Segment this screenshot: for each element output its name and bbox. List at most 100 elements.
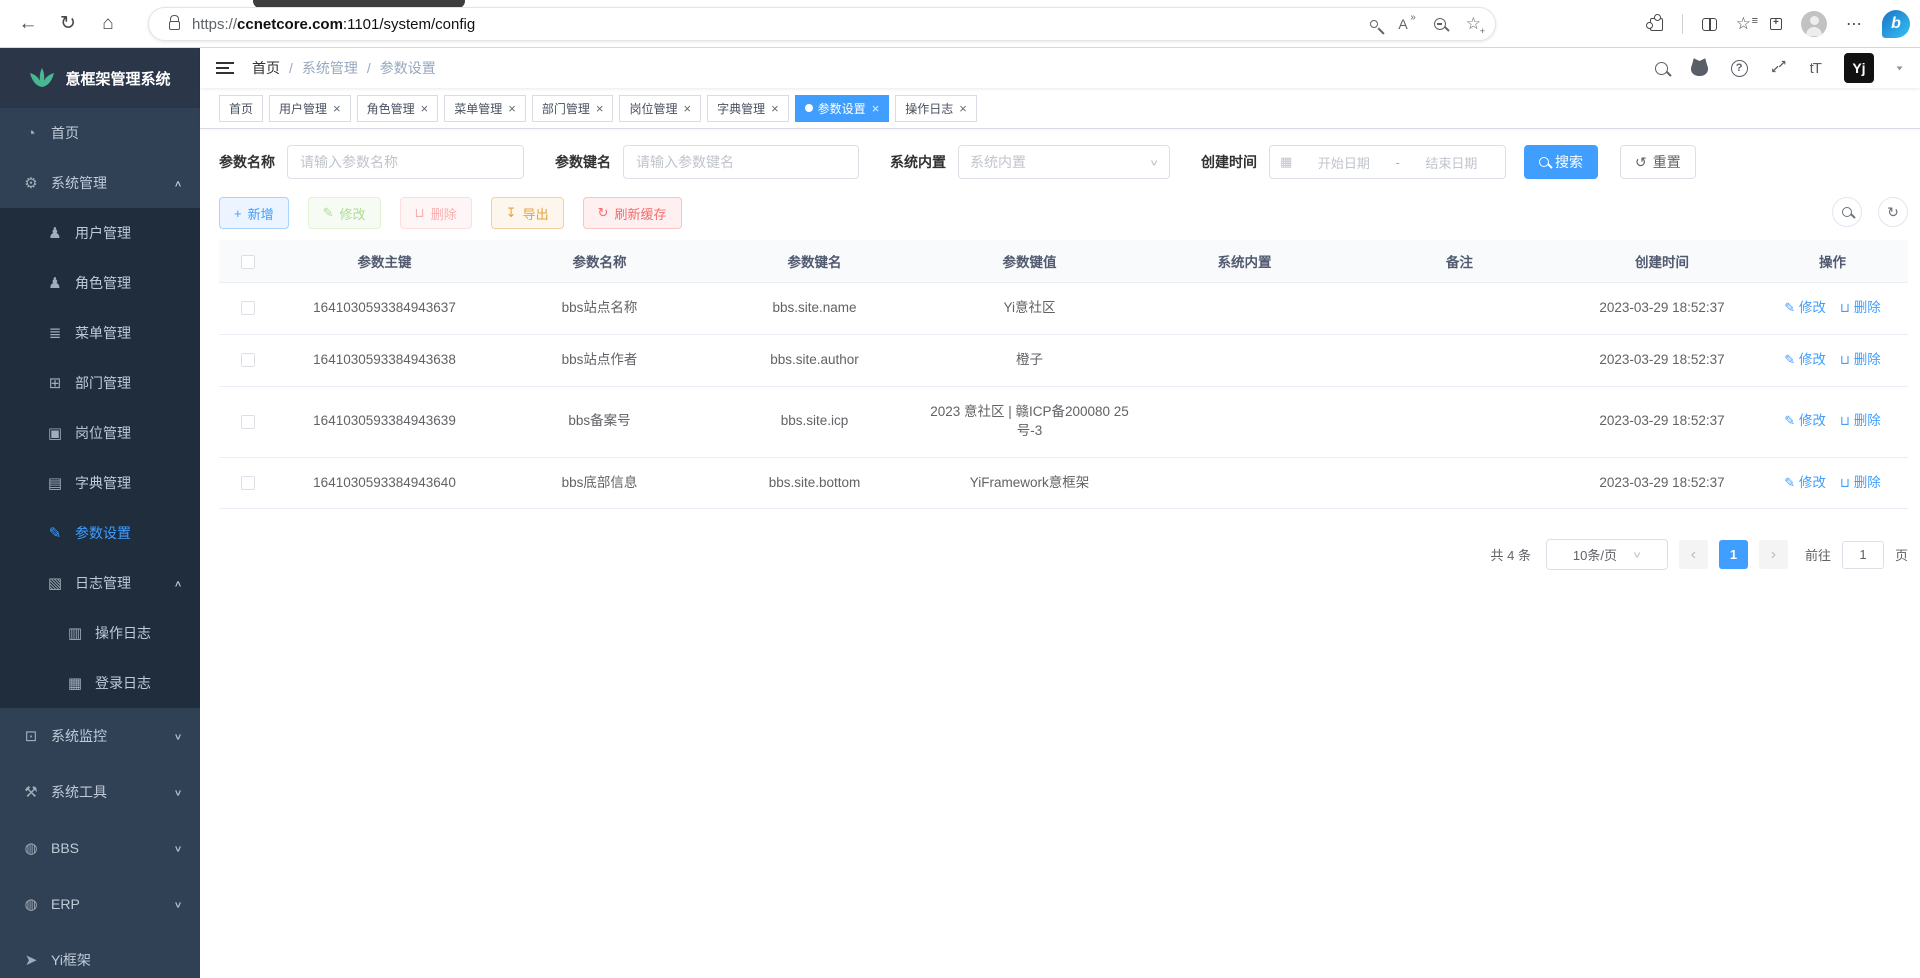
browser-home-button[interactable]: ⌂ [88, 13, 128, 35]
goto-page-input[interactable] [1842, 541, 1884, 569]
export-button[interactable]: ↧ 导出 [491, 197, 564, 229]
row-delete-link[interactable]: ⊔ 删除 [1840, 300, 1881, 315]
sidebar-item-log-management[interactable]: ▧日志管理∧ [0, 558, 200, 608]
font-size-icon[interactable]: tT [1810, 60, 1821, 77]
url-host: ccnetcore.com [237, 16, 343, 33]
password-key-icon[interactable] [1369, 18, 1380, 29]
param-name-input[interactable] [287, 145, 524, 179]
tab-dict-management[interactable]: 字典管理× [707, 95, 789, 122]
end-date-placeholder[interactable]: 结束日期 [1408, 153, 1495, 172]
collections-icon[interactable] [1770, 18, 1782, 30]
sidebar-item-dept-management[interactable]: ⊞部门管理 [0, 358, 200, 408]
refresh-icon: ↻ [1887, 204, 1899, 221]
read-aloud-icon[interactable]: A [1398, 16, 1413, 32]
sidebar-item-yi-framework[interactable]: ➤Yi框架 [0, 932, 200, 978]
fullscreen-icon[interactable]: ↗↙ [1771, 60, 1787, 76]
tab-close-icon[interactable]: × [872, 101, 880, 116]
add-button[interactable]: + 新增 [219, 197, 289, 229]
sidebar-item-param-settings[interactable]: ✎参数设置 [0, 508, 200, 558]
sidebar-item-system-management[interactable]: ⚙系统管理∧ [0, 158, 200, 208]
github-icon[interactable] [1691, 61, 1708, 76]
tab-close-icon[interactable]: × [683, 101, 691, 116]
tab-label: 操作日志 [905, 100, 953, 117]
tab-post-management[interactable]: 岗位管理× [619, 95, 701, 122]
column-header: 参数名称 [492, 240, 707, 283]
favorites-icon[interactable]: ☆ [1736, 14, 1751, 34]
tab-close-icon[interactable]: × [333, 101, 341, 116]
row-delete-link[interactable]: ⊔ 删除 [1840, 475, 1881, 490]
tab-dept-management[interactable]: 部门管理× [532, 95, 614, 122]
select-all-checkbox[interactable] [241, 255, 255, 269]
row-edit-link[interactable]: ✎ 修改 [1784, 352, 1826, 367]
tab-home[interactable]: 首页 [219, 95, 263, 122]
split-screen-icon[interactable] [1702, 18, 1717, 31]
address-bar[interactable]: https:// ccnetcore.com :1101/system/conf… [148, 7, 1496, 41]
prev-page-button[interactable]: ‹ [1679, 540, 1708, 569]
breadcrumb-item[interactable]: 首页 [252, 58, 280, 78]
reset-button[interactable]: ↺ 重置 [1620, 145, 1696, 179]
user-avatar[interactable]: Yj [1844, 53, 1874, 83]
start-date-placeholder[interactable]: 开始日期 [1300, 153, 1387, 172]
table-search-button[interactable] [1832, 197, 1862, 227]
sidebar-item-bbs[interactable]: ◍BBS∨ [0, 820, 200, 876]
row-delete-link[interactable]: ⊔ 删除 [1840, 352, 1881, 367]
row-checkbox[interactable] [241, 415, 255, 429]
sidebar-item-system-tools[interactable]: ⚒系统工具∨ [0, 764, 200, 820]
param-key-input[interactable] [623, 145, 859, 179]
add-favorite-icon[interactable]: ☆ [1466, 14, 1481, 34]
row-edit-link[interactable]: ✎ 修改 [1784, 300, 1826, 315]
edit-button[interactable]: ✎ 修改 [308, 197, 381, 229]
tab-operation-log[interactable]: 操作日志 × [895, 95, 977, 122]
sidebar-item-login-log[interactable]: ▦登录日志 [0, 658, 200, 708]
browser-menu-icon[interactable]: ⋯ [1846, 14, 1863, 34]
tab-param-settings[interactable]: 参数设置× [795, 95, 890, 122]
send-icon: ➤ [20, 951, 42, 969]
sidebar-item-user-management[interactable]: ♟用户管理 [0, 208, 200, 258]
sidebar-item-operation-log[interactable]: ▥操作日志 [0, 608, 200, 658]
sidebar-item-post-management[interactable]: ▣岗位管理 [0, 408, 200, 458]
browser-profile-avatar[interactable] [1801, 11, 1827, 37]
builtin-select[interactable]: 系统内置 ∨ [958, 145, 1170, 179]
row-checkbox[interactable] [241, 353, 255, 367]
tab-close-icon[interactable]: × [508, 101, 516, 116]
next-page-button[interactable]: › [1759, 540, 1788, 569]
collapse-sidebar-icon[interactable] [216, 62, 234, 75]
row-delete-link[interactable]: ⊔ 删除 [1840, 413, 1881, 428]
help-icon[interactable]: ? [1731, 60, 1748, 77]
refresh-cache-button[interactable]: ↻ 刷新缓存 [583, 197, 682, 229]
sidebar-item-home[interactable]: ◔首页 [0, 108, 200, 158]
row-checkbox[interactable] [241, 301, 255, 315]
sidebar-item-role-management[interactable]: ♟角色管理 [0, 258, 200, 308]
extensions-icon[interactable] [1650, 18, 1663, 31]
page-size-select[interactable]: 10条/页 ∨ [1546, 539, 1668, 570]
sidebar-item-erp[interactable]: ◍ERP∨ [0, 876, 200, 932]
search-button[interactable]: 搜索 [1524, 145, 1598, 179]
page-1-button[interactable]: 1 [1719, 540, 1748, 569]
chevron-down-icon[interactable]: ▾ [1896, 64, 1902, 73]
delete-button[interactable]: ⊔ 删除 [400, 197, 472, 229]
search-icon[interactable] [1655, 62, 1668, 75]
tab-close-icon[interactable]: × [959, 101, 967, 116]
app-logo[interactable]: 意框架管理系统 [0, 48, 200, 108]
table-refresh-button[interactable]: ↻ [1878, 197, 1908, 227]
sidebar-item-label: 角色管理 [75, 273, 131, 293]
tab-close-icon[interactable]: × [771, 101, 779, 116]
tab-menu-management[interactable]: 菜单管理× [444, 95, 526, 122]
date-range-picker[interactable]: ▦ 开始日期 - 结束日期 [1269, 145, 1506, 179]
row-edit-link[interactable]: ✎ 修改 [1784, 475, 1826, 490]
tab-role-management[interactable]: 角色管理× [357, 95, 439, 122]
browser-back-button[interactable]: ← [8, 13, 48, 35]
tab-user-management[interactable]: 用户管理× [269, 95, 351, 122]
zoom-out-icon[interactable] [1434, 18, 1446, 30]
tab-close-icon[interactable]: × [421, 101, 429, 116]
browser-reload-button[interactable]: ↻ [48, 12, 88, 35]
sidebar-item-system-monitor[interactable]: ⊡系统监控∨ [0, 708, 200, 764]
sidebar-item-dict-management[interactable]: ▤字典管理 [0, 458, 200, 508]
bing-chat-icon[interactable]: b [1882, 10, 1910, 38]
sidebar-item-menu-management[interactable]: ≣菜单管理 [0, 308, 200, 358]
tab-label: 首页 [229, 100, 253, 117]
row-checkbox[interactable] [241, 476, 255, 490]
calendar-icon: ▦ [1280, 154, 1292, 170]
row-edit-link[interactable]: ✎ 修改 [1784, 413, 1826, 428]
tab-close-icon[interactable]: × [596, 101, 604, 116]
